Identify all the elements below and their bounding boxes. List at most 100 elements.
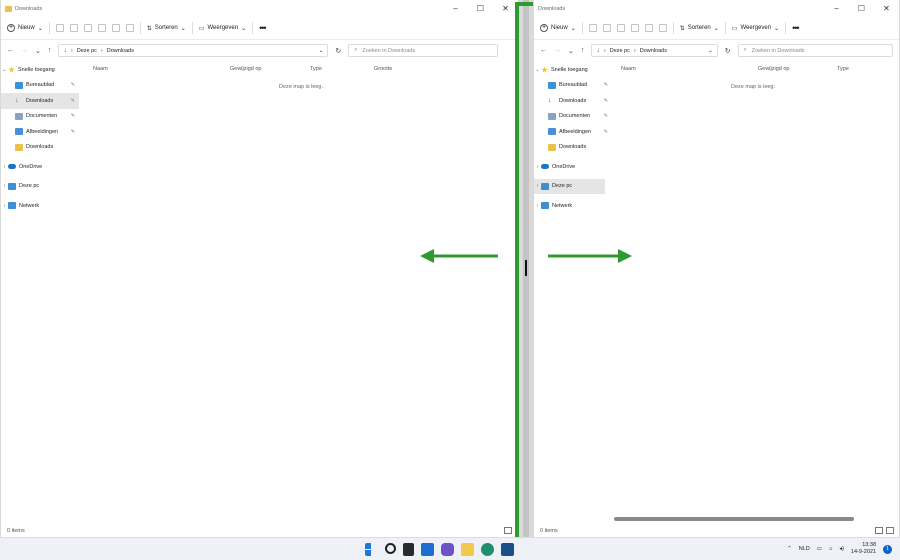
nav-item-documents[interactable]: Documenten ✎ [534,109,612,125]
details-view-button[interactable] [504,527,512,534]
network-icon[interactable]: ⌂ [829,546,832,552]
chevron-down-icon[interactable]: ⌄ [708,48,713,54]
paste-icon[interactable] [83,24,92,32]
store-icon[interactable] [501,543,514,556]
share-icon[interactable] [644,24,653,32]
nav-item-downloads-folder[interactable]: Downloads [534,140,612,156]
column-header-name[interactable]: Naam [93,66,108,72]
nav-this-pc[interactable]: › Deze pc [1,179,79,195]
breadcrumb-current[interactable]: Downloads [107,48,134,54]
nav-onedrive[interactable]: › OneDrive [534,159,612,175]
more-button[interactable]: ••• [792,23,800,33]
delete-icon[interactable] [125,24,134,32]
chevron-up-icon[interactable]: ⌃ [787,546,792,552]
sort-button[interactable]: ⇅ Sorteren ⌄ [680,25,719,32]
column-header-type[interactable]: Type [837,66,849,72]
share-icon[interactable] [111,24,120,32]
delete-icon[interactable] [658,24,667,32]
nav-label: Afbeeldingen [559,128,592,135]
volume-icon[interactable]: ◂) [839,546,844,552]
edge-icon[interactable] [481,543,494,556]
search-placeholder: Zoeken in Downloads [751,47,805,54]
refresh-icon[interactable]: ↻ [335,47,341,55]
nav-item-pictures[interactable]: Afbeeldingen ✎ [1,124,79,140]
file-explorer-icon[interactable] [461,543,474,556]
nav-item-documents[interactable]: Documenten ✎ [1,109,79,125]
back-arrow-icon[interactable]: ← [7,47,14,54]
back-arrow-icon[interactable]: ← [540,47,547,54]
more-button[interactable]: ••• [259,23,267,33]
chevron-down-icon: ⌄ [241,25,247,32]
forward-arrow-icon[interactable]: → [21,47,28,54]
search-input[interactable]: ⌕ Zoeken in Downloads [348,44,499,57]
view-button[interactable]: ▭ Weergeven ⌄ [199,25,246,32]
nav-item-downloads[interactable]: ↓ Downloads ✎ [1,93,79,109]
paste-icon[interactable] [616,24,625,32]
nav-item-downloads[interactable]: ↓ Downloads ✎ [534,93,612,109]
cut-icon[interactable] [588,24,597,32]
details-view-button[interactable] [875,527,883,534]
copy-icon[interactable] [69,24,78,32]
minimize-button[interactable]: – [443,0,468,17]
rename-icon[interactable] [630,24,639,32]
minimize-button[interactable]: – [824,0,849,17]
recent-chevron-icon[interactable]: ⌄ [568,47,574,55]
up-arrow-icon[interactable]: ↑ [581,47,585,54]
rename-icon[interactable] [97,24,106,32]
nav-item-downloads-folder[interactable]: Downloads [1,140,79,156]
recent-chevron-icon[interactable]: ⌄ [35,47,41,55]
cut-icon[interactable] [55,24,64,32]
new-button[interactable]: + Nieuw ⌄ [540,24,576,32]
column-header-type[interactable]: Type [310,66,322,72]
clock[interactable]: 13:38 14-9-2021 [851,542,876,556]
nav-quick-access[interactable]: ⌄ Snelle toegang [534,62,612,78]
copy-icon[interactable] [602,24,611,32]
nav-this-pc[interactable]: › Deze pc [534,178,605,194]
column-header-modified[interactable]: Gewijzigd op [230,66,262,72]
command-bar: + Nieuw ⌄ ⇅ Sorteren ⌄ ▭ Weergeven ⌄ ••• [534,17,899,40]
nav-network[interactable]: › Netwerk [534,198,612,214]
column-header-size[interactable]: Grootte [374,66,392,72]
maximize-button[interactable]: ☐ [849,0,874,17]
refresh-icon[interactable]: ↻ [725,47,731,55]
chat-icon[interactable] [441,543,454,556]
title-bar[interactable]: Downloads – ☐ ✕ [1,0,518,17]
nav-item-desktop[interactable]: Bureaublad ✎ [534,78,612,94]
address-bar[interactable]: ↓ › Deze pc › Downloads ⌄ [58,44,329,57]
nav-item-pictures[interactable]: Afbeeldingen ✎ [534,124,612,140]
notification-badge[interactable]: 1 [883,544,892,554]
nav-quick-access[interactable]: ⌄ Snelle toegang [1,62,79,78]
language-indicator[interactable]: NLD [799,546,810,552]
document-icon [548,112,556,120]
start-icon[interactable] [365,543,371,556]
search-input[interactable]: ⌕ Zoeken in Downloads [737,44,893,57]
up-arrow-icon[interactable]: ↑ [48,47,52,54]
breadcrumb-current[interactable]: Downloads [640,48,667,54]
breadcrumb-root[interactable]: Deze pc [610,48,630,54]
maximize-button[interactable]: ☐ [468,0,493,17]
address-bar[interactable]: ↓ › Deze pc › Downloads ⌄ [591,44,718,57]
nav-item-desktop[interactable]: Bureaublad ✎ [1,78,79,94]
empty-folder-message: Deze map is leeg. [731,84,776,90]
nav-label: Deze pc [19,183,40,190]
new-button[interactable]: + Nieuw ⌄ [7,24,43,32]
column-header-modified[interactable]: Gewijzigd op [758,66,790,72]
column-header-name[interactable]: Naam [621,66,636,72]
horizontal-scrollbar[interactable] [614,517,854,521]
task-view-icon[interactable] [403,543,414,556]
view-button[interactable]: ▭ Weergeven ⌄ [732,25,779,32]
tiles-view-button[interactable] [886,527,894,534]
search-icon[interactable] [385,543,396,554]
nav-network[interactable]: › Netwerk [1,198,79,214]
sort-button[interactable]: ⇅ Sorteren ⌄ [147,25,186,32]
chevron-right-icon: › [536,202,539,209]
close-button[interactable]: ✕ [874,0,899,17]
breadcrumb-root[interactable]: Deze pc [77,48,97,54]
title-bar[interactable]: Downloads – ☐ ✕ [534,0,899,17]
item-count: 0 items [7,527,25,534]
display-icon[interactable]: ▭ [817,546,822,552]
chevron-down-icon[interactable]: ⌄ [319,48,324,54]
forward-arrow-icon[interactable]: → [554,47,561,54]
widgets-icon[interactable] [421,543,434,556]
nav-onedrive[interactable]: › OneDrive [1,159,79,175]
